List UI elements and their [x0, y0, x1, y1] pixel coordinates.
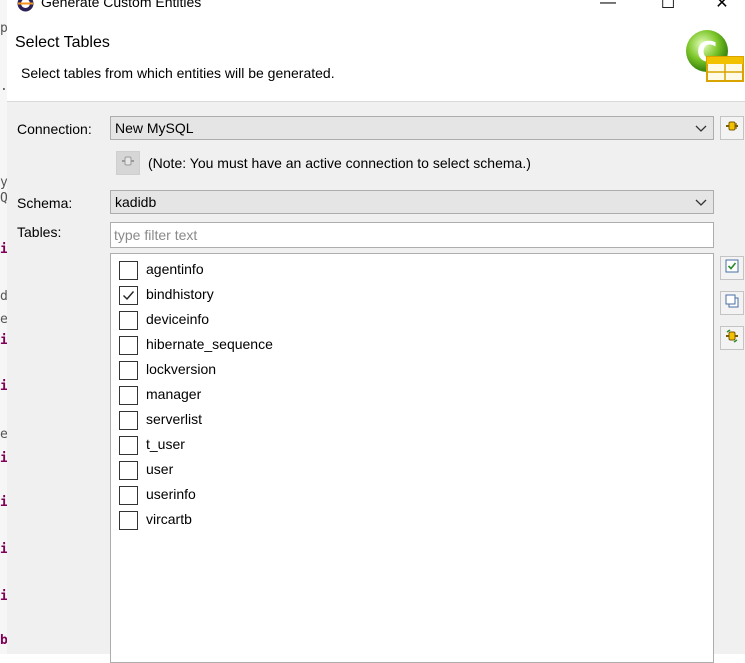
editor-fragment: d — [0, 289, 7, 304]
table-name: agentinfo — [146, 261, 204, 277]
table-name: lockversion — [146, 361, 217, 377]
table-checkbox[interactable] — [119, 511, 138, 530]
editor-fragment: i — [0, 242, 7, 257]
editor-fragment: i — [0, 589, 7, 604]
table-filter-input[interactable] — [114, 224, 710, 246]
editor-fragment: i — [0, 451, 7, 466]
table-name: hibernate_sequence — [146, 336, 273, 352]
editor-fragment: . — [0, 80, 7, 93]
wizard-header: Select Tables Select tables from which e… — [7, 14, 745, 102]
reconnect-button[interactable] — [116, 151, 140, 175]
table-name: vircartb — [146, 511, 192, 527]
add-connection-button[interactable] — [720, 116, 744, 140]
editor-fragment: i — [0, 379, 7, 394]
table-name: serverlist — [146, 411, 203, 427]
table-name: user — [146, 461, 174, 477]
table-row[interactable]: user — [111, 456, 711, 481]
table-checkbox[interactable] — [119, 386, 138, 405]
table-name: deviceinfo — [146, 311, 210, 327]
connection-value: New MySQL — [115, 120, 194, 136]
table-checkbox[interactable] — [119, 461, 138, 480]
editor-fragment: i — [0, 542, 7, 557]
deselect-all-button[interactable] — [720, 291, 744, 315]
page-description: Select tables from which entities will b… — [21, 65, 335, 81]
wizard-banner-icon: C — [685, 29, 745, 91]
title-bar[interactable]: Generate Custom Entities — ☐ ✕ — [7, 0, 745, 14]
table-checkbox[interactable] — [119, 336, 138, 355]
connection-label: Connection: — [17, 121, 92, 137]
table-row[interactable]: manager — [111, 381, 711, 406]
table-row[interactable]: bindhistory — [111, 281, 711, 306]
schema-select[interactable]: kadidb — [110, 190, 714, 214]
maximize-button[interactable]: ☐ — [645, 0, 691, 12]
table-filter-field[interactable] — [110, 222, 714, 248]
table-name: userinfo — [146, 486, 196, 502]
table-name: bindhistory — [146, 286, 214, 302]
table-row[interactable]: hibernate_sequence — [111, 331, 711, 356]
select-all-button[interactable] — [720, 256, 744, 280]
editor-fragment: i — [0, 495, 7, 510]
table-checkbox[interactable] — [119, 261, 138, 280]
table-row[interactable]: vircartb — [111, 506, 711, 531]
refresh-tables-button[interactable] — [720, 326, 744, 350]
background-editor-strip: p . y Q i d e i i e i i i i b — [0, 0, 7, 654]
editor-fragment: p — [0, 21, 7, 36]
tables-checklist[interactable]: agentinfo bindhistory deviceinfo hiberna… — [110, 253, 714, 663]
editor-fragment: i — [0, 333, 7, 348]
deselect-all-icon — [725, 294, 739, 313]
table-row[interactable]: deviceinfo — [111, 306, 711, 331]
table-row[interactable]: agentinfo — [111, 256, 711, 281]
table-row[interactable]: lockversion — [111, 356, 711, 381]
table-row[interactable]: serverlist — [111, 406, 711, 431]
editor-fragment: e — [0, 427, 7, 442]
table-row[interactable]: userinfo — [111, 481, 711, 506]
reconnect-icon — [120, 154, 136, 173]
chevron-down-icon — [695, 121, 707, 135]
schema-value: kadidb — [115, 194, 157, 210]
schema-label: Schema: — [17, 195, 73, 211]
editor-fragment: Q — [0, 191, 7, 206]
table-name: t_user — [146, 436, 185, 452]
select-all-icon — [725, 259, 739, 278]
editor-fragment: e — [0, 312, 7, 327]
table-checkbox[interactable] — [119, 411, 138, 430]
table-checkbox[interactable] — [119, 436, 138, 455]
window-title: Generate Custom Entities — [41, 0, 202, 10]
table-checkbox[interactable] — [119, 286, 138, 305]
minimize-button[interactable]: — — [585, 0, 631, 12]
connection-select[interactable]: New MySQL — [110, 116, 714, 140]
table-checkbox[interactable] — [119, 486, 138, 505]
table-name: manager — [146, 386, 202, 402]
table-checkbox[interactable] — [119, 361, 138, 380]
editor-fragment: y — [0, 175, 7, 190]
generate-entities-dialog: Generate Custom Entities — ☐ ✕ Select Ta… — [7, 0, 745, 663]
connect-plug-icon — [724, 119, 740, 138]
refresh-icon — [724, 328, 740, 348]
chevron-down-icon — [695, 195, 707, 209]
tables-label: Tables: — [17, 224, 62, 240]
eclipse-icon — [17, 0, 34, 12]
check-icon — [123, 291, 135, 301]
close-button[interactable]: ✕ — [699, 0, 745, 12]
page-title: Select Tables — [15, 34, 110, 51]
connection-note: (Note: You must have an active connectio… — [148, 155, 531, 171]
table-row[interactable]: t_user — [111, 431, 711, 456]
table-checkbox[interactable] — [119, 311, 138, 330]
editor-fragment: b — [0, 633, 7, 648]
